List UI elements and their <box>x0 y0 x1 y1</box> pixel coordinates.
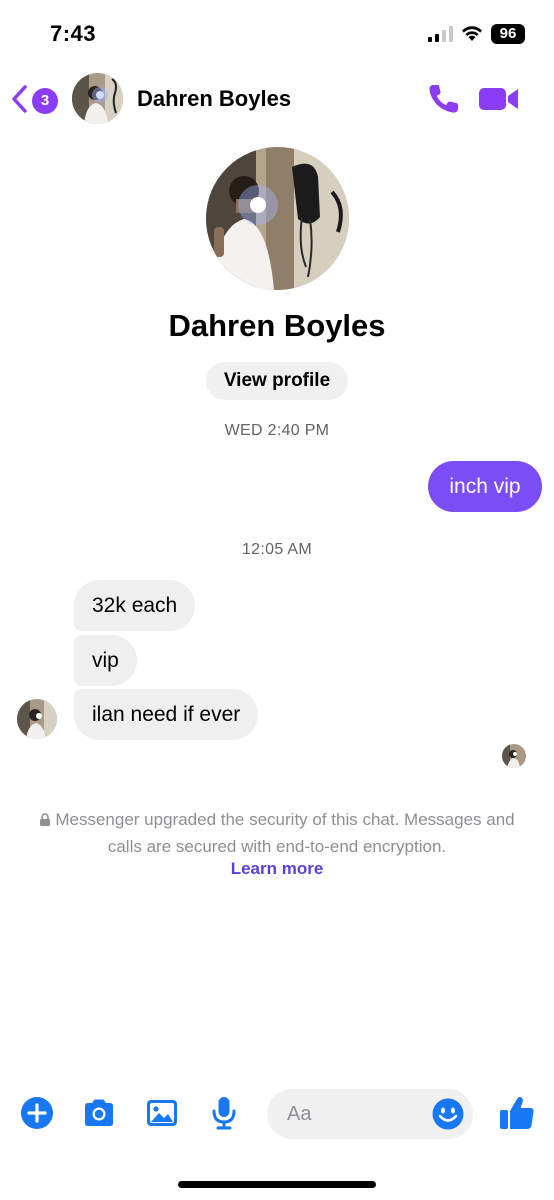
video-call-button[interactable] <box>478 84 520 114</box>
camera-icon <box>85 1099 113 1126</box>
signal-icon <box>428 26 453 42</box>
security-notice: Messenger upgraded the security of this … <box>30 806 524 860</box>
security-notice-text: Messenger upgraded the security of this … <box>55 810 515 856</box>
incoming-message[interactable]: 32k each <box>74 580 196 631</box>
message-input-box[interactable] <box>267 1089 473 1139</box>
read-receipt-avatar <box>502 744 526 768</box>
unread-badge: 3 <box>32 88 58 114</box>
back-chevron-icon <box>12 85 27 113</box>
emoji-button[interactable] <box>431 1097 465 1131</box>
message-timestamp: WED 2:40 PM <box>224 422 330 439</box>
gallery-button[interactable] <box>144 1095 180 1131</box>
learn-more-link[interactable]: Learn more <box>0 859 554 879</box>
more-actions-button[interactable] <box>19 1095 55 1131</box>
profile-name: Dahren Boyles <box>168 308 386 343</box>
contact-name[interactable]: Dahren Boyles <box>137 86 291 112</box>
microphone-icon <box>212 1097 236 1130</box>
lock-icon <box>40 813 51 826</box>
contact-avatar[interactable] <box>72 73 123 124</box>
like-button[interactable] <box>498 1094 536 1132</box>
battery-indicator: 96 <box>491 24 525 44</box>
chat-header: 3 Dahren Boyles <box>0 64 554 134</box>
camera-button[interactable] <box>81 1095 117 1131</box>
wifi-icon <box>462 26 482 41</box>
status-time: 7:43 <box>50 21 97 46</box>
audio-call-button[interactable] <box>426 82 462 116</box>
thumbs-up-icon <box>500 1097 534 1129</box>
video-camera-icon <box>479 88 518 110</box>
message-timestamp: 12:05 AM <box>241 541 312 558</box>
emoji-icon <box>432 1098 464 1130</box>
home-indicator[interactable] <box>178 1181 376 1188</box>
profile-photo[interactable] <box>206 147 349 290</box>
back-button[interactable]: 3 <box>10 82 62 116</box>
incoming-message[interactable]: ilan need if ever <box>74 689 259 740</box>
voice-message-button[interactable] <box>206 1095 242 1131</box>
phone-icon <box>429 85 458 113</box>
outgoing-message[interactable]: inch vip <box>428 461 542 512</box>
plus-icon <box>21 1097 53 1129</box>
message-composer <box>0 1085 554 1145</box>
incoming-message[interactable]: vip <box>74 635 137 686</box>
message-input[interactable] <box>287 1089 427 1139</box>
status-bar: 7:43 96 <box>0 0 554 64</box>
view-profile-button[interactable]: View profile <box>206 362 348 400</box>
photo-icon <box>147 1100 177 1126</box>
sender-avatar[interactable] <box>17 699 57 739</box>
